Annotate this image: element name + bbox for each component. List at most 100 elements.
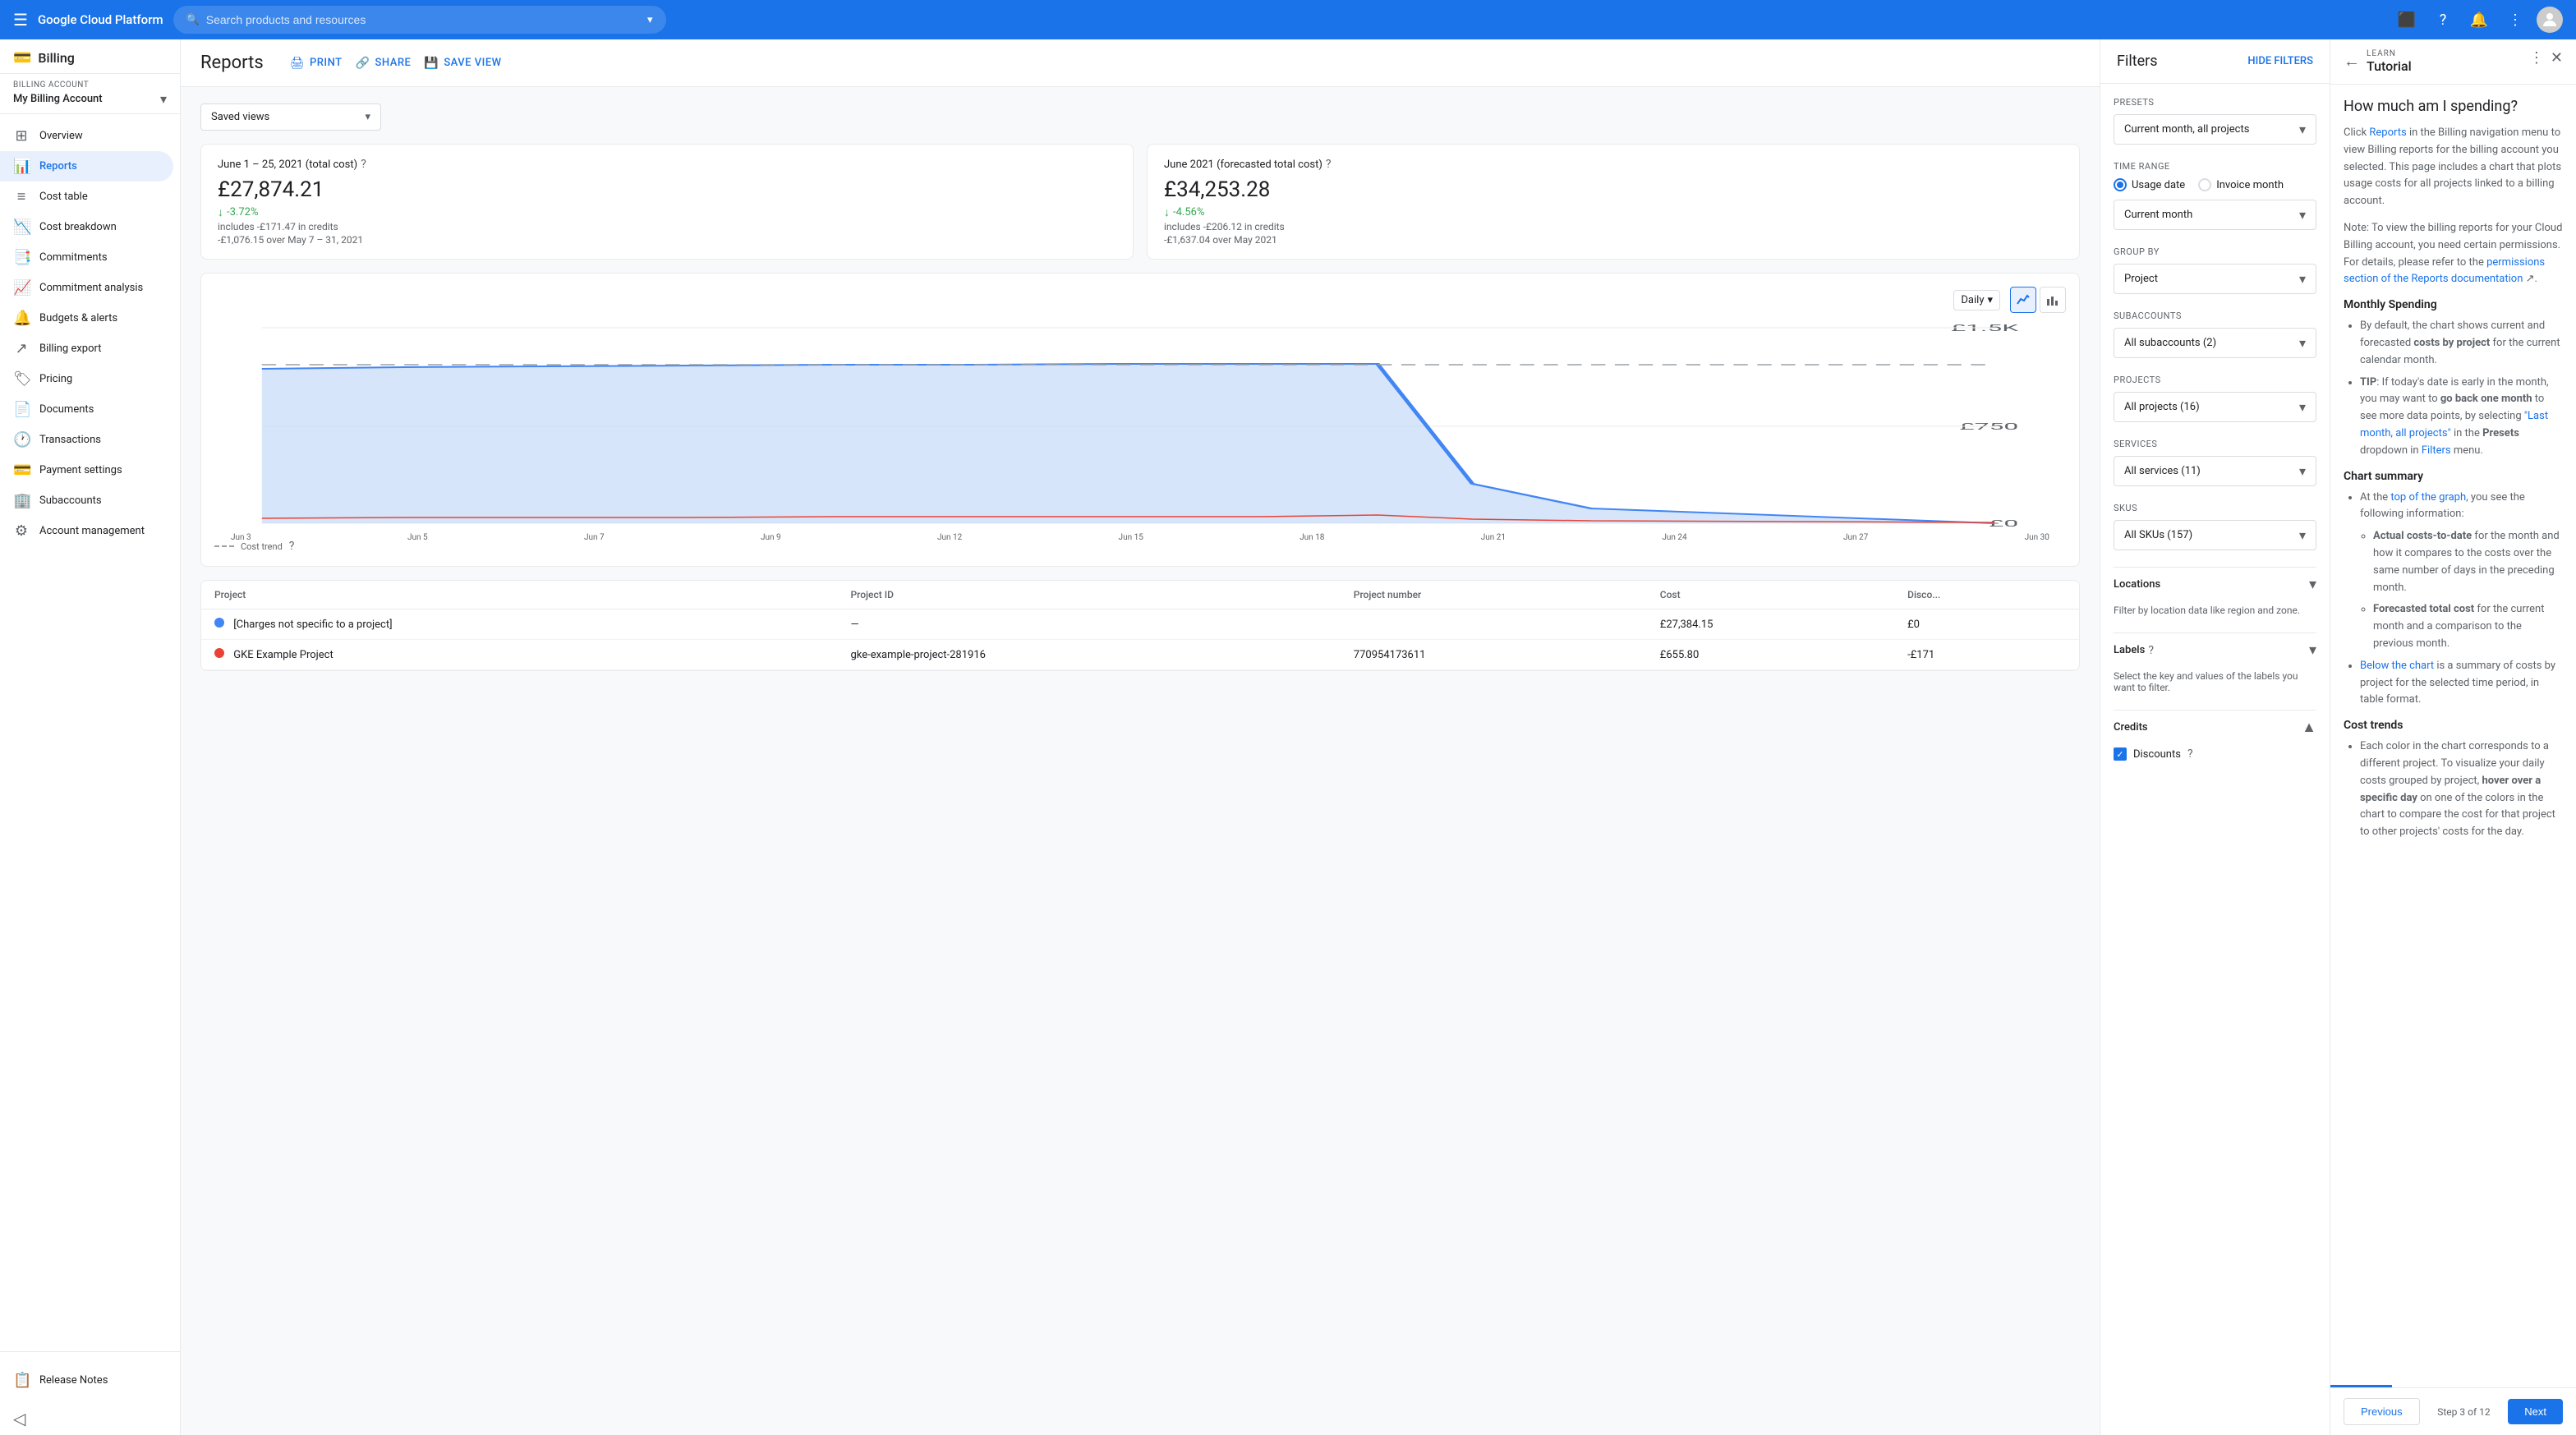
tutorial-next-button[interactable]: Next — [2508, 1399, 2563, 1424]
stat-help-icon-2[interactable]: ? — [1326, 158, 1332, 171]
current-month-dropdown[interactable]: Current month ▾ — [2114, 200, 2316, 230]
share-button[interactable]: 🔗 SHARE — [356, 57, 412, 70]
tutorial-menu-icon[interactable]: ⋮ — [2529, 49, 2544, 67]
search-bar[interactable]: 🔍 ▾ — [173, 6, 666, 34]
save-view-button[interactable]: 💾 SAVE VIEW — [424, 57, 501, 70]
sidebar-item-cost-breakdown[interactable]: 📉 Cost breakdown — [0, 212, 173, 242]
user-avatar[interactable] — [2537, 7, 2563, 33]
sidebar-item-reports[interactable]: 📊 Reports — [0, 151, 173, 182]
print-icon: 🖨 — [290, 57, 305, 70]
cost-trend-line-legend — [214, 545, 234, 547]
cloud-shell-icon[interactable]: ⬛ — [2392, 5, 2422, 34]
tutorial-back-button[interactable]: ← — [2344, 51, 2360, 71]
project-id-1: — — [837, 609, 1340, 640]
sidebar-item-budgets-alerts[interactable]: 🔔 Budgets & alerts — [0, 303, 173, 333]
sidebar-item-overview[interactable]: ⊞ Overview — [0, 121, 173, 151]
share-icon: 🔗 — [356, 57, 370, 70]
tutorial-header-actions: ⋮ ✕ — [2529, 49, 2563, 67]
skus-dropdown[interactable]: All SKUs (157) ▾ — [2114, 520, 2316, 550]
locations-expand-icon: ▾ — [2309, 576, 2316, 593]
credits-label: Credits — [2114, 721, 2148, 734]
sidebar: 💳 Billing Billing account My Billing Acc… — [0, 39, 181, 1435]
presets-dropdown[interactable]: Current month, all projects ▾ — [2114, 114, 2316, 145]
more-options-icon[interactable]: ⋮ — [2500, 5, 2530, 34]
usage-date-radio[interactable]: Usage date — [2114, 178, 2185, 191]
tutorial-previous-button[interactable]: Previous — [2344, 1398, 2420, 1425]
credits-section-toggle[interactable]: Credits ▲ — [2114, 710, 2316, 744]
sidebar-item-commitment-analysis[interactable]: 📈 Commitment analysis — [0, 273, 173, 303]
labels-help-icon[interactable]: ? — [2148, 644, 2154, 657]
stat-card-forecast: June 2021 (forecasted total cost) ? £34,… — [1147, 144, 2080, 260]
sidebar-item-label: Cost table — [39, 191, 88, 203]
budgets-icon: 🔔 — [13, 310, 30, 327]
account-label: Billing account — [13, 80, 167, 90]
monthly-spending-heading: Monthly Spending — [2344, 298, 2563, 311]
tutorial-header-left: ← LEARN Tutorial — [2344, 49, 2412, 74]
search-dropdown-icon[interactable]: ▾ — [647, 14, 653, 26]
learn-label: LEARN — [2367, 49, 2412, 58]
billing-title: Billing — [38, 50, 74, 66]
project-discount-1: £0 — [1894, 609, 2079, 640]
sidebar-item-commitments[interactable]: 📑 Commitments — [0, 242, 173, 273]
services-dropdown[interactable]: All services (11) ▾ — [2114, 456, 2316, 486]
invoice-month-radio[interactable]: Invoice month — [2198, 178, 2284, 191]
skus-filter: SKUs All SKUs (157) ▾ — [2114, 503, 2316, 550]
sidebar-item-subaccounts[interactable]: 🏢 Subaccounts — [0, 485, 173, 516]
documents-icon: 📄 — [13, 401, 30, 418]
table-row[interactable]: GKE Example Project gke-example-project-… — [201, 640, 2079, 670]
sidebar-item-account-management[interactable]: ⚙ Account management — [0, 516, 173, 546]
subaccounts-label: Subaccounts — [2114, 310, 2316, 321]
tutorial-close-button[interactable]: ✕ — [2551, 49, 2563, 67]
presets-label: Presets — [2114, 97, 2316, 108]
sidebar-item-transactions[interactable]: 🕐 Transactions — [0, 425, 173, 455]
skus-value: All SKUs (157) — [2124, 529, 2192, 541]
sidebar-item-release-notes[interactable]: 📋 Release Notes — [0, 1365, 173, 1396]
stat-title-current: June 1 – 25, 2021 (total cost) ? — [218, 158, 1116, 171]
bar-chart-button[interactable] — [2040, 287, 2066, 313]
account-management-icon: ⚙ — [13, 522, 30, 540]
list-item: Forecasted total cost for the current mo… — [2373, 601, 2563, 652]
help-icon[interactable]: ? — [2428, 5, 2458, 34]
labels-section-toggle[interactable]: Labels ? ▾ — [2114, 632, 2316, 667]
tutorial-footer: Previous Step 3 of 12 Next — [2330, 1387, 2576, 1435]
main-content: Reports 🖨 PRINT 🔗 SHARE 💾 SAVE VIEW — [181, 39, 2100, 1435]
project-cost-2: £655.80 — [1647, 640, 1894, 670]
hide-filters-button[interactable]: HIDE FILTERS — [2247, 55, 2313, 67]
discounts-checkbox-row[interactable]: Discounts ? — [2114, 744, 2316, 764]
search-icon: 🔍 — [186, 14, 200, 26]
print-button[interactable]: 🖨 PRINT — [290, 57, 343, 70]
sidebar-item-billing-export[interactable]: ↗ Billing export — [0, 333, 173, 364]
subaccounts-arrow-icon: ▾ — [2299, 335, 2306, 351]
projects-label: Projects — [2114, 375, 2316, 385]
sidebar-collapse-button[interactable]: ◁ — [0, 1402, 180, 1435]
group-by-filter: Group by Project ▾ — [2114, 246, 2316, 294]
stat-card-current: June 1 – 25, 2021 (total cost) ? £27,874… — [200, 144, 1134, 260]
sidebar-item-cost-table[interactable]: ≡ Cost table — [0, 182, 173, 212]
line-chart-button[interactable] — [2010, 287, 2036, 313]
group-by-dropdown[interactable]: Project ▾ — [2114, 264, 2316, 294]
discounts-help-icon[interactable]: ? — [2187, 747, 2193, 761]
discounts-checkbox[interactable] — [2114, 747, 2127, 761]
stat-amount-forecast: £34,253.28 — [1164, 177, 2063, 202]
projects-dropdown[interactable]: All projects (16) ▾ — [2114, 392, 2316, 422]
tutorial-section-title: How much am I spending? — [2344, 98, 2563, 115]
stat-help-icon-1[interactable]: ? — [361, 158, 366, 171]
group-by-arrow-icon: ▾ — [2299, 271, 2306, 287]
stat-change-current: ↓ -3.72% — [218, 205, 1116, 219]
billing-account-selector[interactable]: Billing account My Billing Account ▾ — [0, 74, 180, 114]
hamburger-icon[interactable]: ☰ — [13, 10, 28, 30]
search-input[interactable] — [206, 13, 637, 26]
sidebar-item-documents[interactable]: 📄 Documents — [0, 394, 173, 425]
locations-section-toggle[interactable]: Locations ▾ — [2114, 567, 2316, 601]
sidebar-item-pricing[interactable]: 🏷 Pricing — [0, 364, 173, 394]
sidebar-nav: ⊞ Overview 📊 Reports ≡ Cost table 📉 Cost… — [0, 114, 180, 1345]
projects-filter: Projects All projects (16) ▾ — [2114, 375, 2316, 422]
table-row[interactable]: [Charges not specific to a project] — £2… — [201, 609, 2079, 640]
time-range-filter: Time range Usage date Invoice month Curr… — [2114, 161, 2316, 230]
sidebar-item-payment-settings[interactable]: 💳 Payment settings — [0, 455, 173, 485]
period-selector[interactable]: Daily ▾ — [1953, 290, 2000, 310]
saved-views-dropdown[interactable]: Saved views ▾ — [200, 103, 381, 131]
notifications-icon[interactable]: 🔔 — [2464, 5, 2494, 34]
stat-detail-2a: includes -£206.12 in credits — [1164, 221, 2063, 232]
subaccounts-dropdown[interactable]: All subaccounts (2) ▾ — [2114, 328, 2316, 358]
